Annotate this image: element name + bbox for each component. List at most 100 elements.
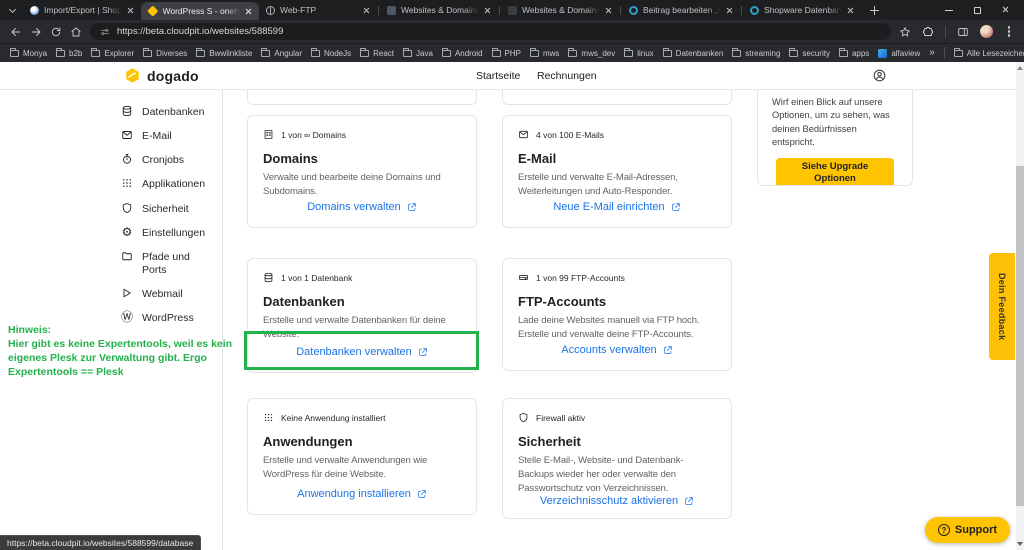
- sidebar-item-email[interactable]: E-Mail: [121, 129, 223, 143]
- card-description: Erstelle und verwalte E-Mail-Adressen, W…: [518, 171, 716, 199]
- nav-startseite[interactable]: Startseite: [476, 70, 520, 82]
- window-minimize-icon[interactable]: [945, 10, 953, 11]
- window-close-icon[interactable]: [1002, 6, 1010, 14]
- tab-title: Web-FTP: [280, 5, 358, 15]
- bookmark-item[interactable]: Android: [442, 49, 483, 58]
- bookmarks-overflow-icon[interactable]: »: [929, 48, 935, 58]
- new-tab-icon[interactable]: [870, 6, 879, 15]
- bookmark-item[interactable]: PHP: [492, 49, 521, 58]
- bookmark-item[interactable]: React: [360, 49, 394, 58]
- scroll-up-icon[interactable]: [1017, 66, 1023, 70]
- menu-kebab-icon[interactable]: [1008, 30, 1011, 33]
- back-icon[interactable]: [10, 26, 22, 38]
- reload-icon[interactable]: [50, 26, 62, 38]
- bookmark-item[interactable]: mws: [530, 49, 559, 58]
- window-maximize-icon[interactable]: [974, 7, 981, 14]
- external-link-icon: [671, 202, 681, 212]
- toolbar-divider: [945, 26, 946, 38]
- card-badge: 1 von ∞ Domains: [263, 129, 461, 140]
- bookmark-item[interactable]: mws_dev: [568, 49, 615, 58]
- card-title: Sicherheit: [518, 434, 716, 449]
- tab-shopware-admin[interactable]: Import/Export | Shopware Adm: [23, 0, 141, 20]
- tab-close-icon[interactable]: [363, 7, 370, 14]
- address-bar[interactable]: https://beta.cloudpit.io/websites/588599: [90, 23, 891, 40]
- tab-beitrag-bearbeiten[interactable]: Beitrag bearbeiten „Shopware: [622, 0, 740, 20]
- folder-icon: [56, 50, 65, 57]
- bookmark-item[interactable]: security: [789, 49, 830, 58]
- bookmark-item[interactable]: Datenbanken: [663, 49, 724, 58]
- card-email: 4 von 100 E-Mails E-Mail Erstelle und ve…: [502, 115, 732, 228]
- page-scrollbar[interactable]: [1016, 62, 1024, 550]
- nav-rechnungen[interactable]: Rechnungen: [537, 70, 597, 82]
- bookmark-item[interactable]: Explorer: [91, 49, 134, 58]
- account-icon[interactable]: [872, 68, 887, 83]
- home-icon[interactable]: [70, 26, 82, 38]
- sidebar-item-einstellungen[interactable]: ⚙Einstellungen: [121, 226, 223, 240]
- tab-shopware-datenbank[interactable]: Shopware Datenbank mit PhpM: [743, 0, 861, 20]
- sidebar-label: Einstellungen: [142, 226, 214, 240]
- neue-email-link[interactable]: Neue E-Mail einrichten: [518, 201, 716, 217]
- browser-toolbar: https://beta.cloudpit.io/websites/588599: [0, 20, 1024, 43]
- extensions-icon[interactable]: [922, 26, 934, 38]
- tab-close-icon[interactable]: [605, 7, 612, 14]
- bookmark-item[interactable]: b2b: [56, 49, 82, 58]
- scroll-down-icon[interactable]: [1017, 542, 1023, 546]
- sidebar-item-datenbanken[interactable]: Datenbanken: [121, 105, 223, 119]
- forward-icon[interactable]: [30, 26, 42, 38]
- bookmark-item[interactable]: Diverses: [143, 49, 187, 58]
- url-text: https://beta.cloudpit.io/websites/588599: [117, 26, 283, 37]
- tab-close-icon[interactable]: [127, 7, 134, 14]
- tab-separator: [741, 6, 742, 15]
- bookmark-item[interactable]: linux: [624, 49, 653, 58]
- alfaview-icon: [878, 49, 887, 58]
- profile-avatar[interactable]: [980, 25, 993, 38]
- feedback-tab[interactable]: Dein Feedback: [989, 253, 1015, 360]
- domains-verwalten-link[interactable]: Domains verwalten: [263, 201, 461, 217]
- bookmark-star-icon[interactable]: [899, 26, 911, 38]
- tab-close-icon[interactable]: [847, 7, 854, 14]
- anwendung-installieren-link[interactable]: Anwendung installieren: [263, 488, 461, 504]
- all-bookmarks-button[interactable]: Alle Lesezeichen: [954, 49, 1024, 58]
- side-panel-icon[interactable]: [957, 26, 969, 38]
- folder-icon: [663, 50, 672, 57]
- tab-mws-cloudserver[interactable]: Websites & Domains - mws-cl: [501, 0, 619, 20]
- bookmark-item-alfaview[interactable]: alfaview: [878, 49, 920, 58]
- scrollbar-thumb[interactable]: [1016, 166, 1024, 506]
- bookmark-item[interactable]: Java: [403, 49, 433, 58]
- page-content: dogado Startseite Rechnungen Datenbanken…: [0, 62, 1024, 550]
- tab-close-icon[interactable]: [726, 7, 733, 14]
- tab-webftp[interactable]: Web-FTP: [259, 0, 377, 20]
- bookmark-item[interactable]: apps: [839, 49, 869, 58]
- status-bar: https://beta.cloudpit.io/websites/588599…: [0, 535, 201, 550]
- accounts-verwalten-link[interactable]: Accounts verwalten: [518, 344, 716, 360]
- verzeichnisschutz-link[interactable]: Verzeichnisschutz aktivieren: [518, 495, 716, 511]
- card-bottom-fragment: [247, 90, 477, 105]
- building-icon: [263, 129, 274, 140]
- sidebar-item-pfade-ports[interactable]: Pfade und Ports: [121, 250, 223, 277]
- sidebar-label: Applikationen: [142, 177, 214, 191]
- sidebar-item-applikationen[interactable]: Applikationen: [121, 177, 223, 191]
- tab-separator: [620, 6, 621, 15]
- sidebar-item-cronjobs[interactable]: Cronjobs: [121, 153, 223, 167]
- drive-icon: [518, 272, 529, 283]
- tab-onehome-active[interactable]: WordPress S - oneHome: [141, 2, 259, 20]
- bookmark-item[interactable]: streaming: [732, 49, 780, 58]
- support-button[interactable]: ? Support: [925, 517, 1010, 543]
- question-icon: ?: [938, 524, 950, 536]
- dogado-logo[interactable]: dogado: [124, 67, 199, 84]
- card-title: FTP-Accounts: [518, 294, 716, 309]
- bookmark-item[interactable]: Monya: [10, 49, 47, 58]
- tab-plesk[interactable]: Websites & Domains - Plesk O: [380, 0, 498, 20]
- tab-close-icon[interactable]: [245, 8, 252, 15]
- card-badge: Keine Anwendung installiert: [263, 412, 461, 423]
- tab-search-chevron-icon[interactable]: [9, 5, 16, 12]
- sidebar-item-sicherheit[interactable]: Sicherheit: [121, 202, 223, 216]
- tab-close-icon[interactable]: [484, 7, 491, 14]
- tune-icon[interactable]: [100, 27, 110, 37]
- folder-icon: [492, 50, 501, 57]
- bookmark-item[interactable]: Bwwlinkliste: [196, 49, 252, 58]
- sidebar-item-webmail[interactable]: Webmail: [121, 287, 223, 301]
- bookmark-item[interactable]: Angular: [261, 49, 302, 58]
- upgrade-options-button[interactable]: Siehe Upgrade Optionen: [776, 158, 894, 186]
- bookmark-item[interactable]: NodeJs: [311, 49, 351, 58]
